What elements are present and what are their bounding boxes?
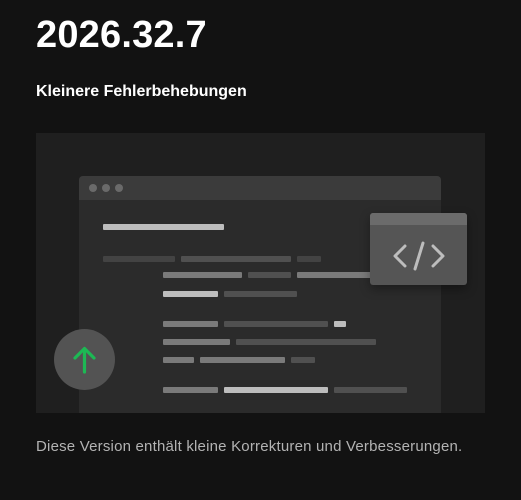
code-line-graphic bbox=[181, 256, 291, 262]
code-line-graphic bbox=[291, 357, 315, 363]
browser-window-graphic bbox=[79, 176, 441, 413]
code-card-graphic bbox=[370, 213, 467, 285]
window-dot-icon bbox=[115, 184, 123, 192]
code-line-graphic bbox=[163, 321, 218, 327]
window-titlebar-graphic bbox=[79, 176, 441, 200]
code-line-graphic bbox=[163, 339, 230, 345]
code-line-graphic bbox=[224, 321, 328, 327]
code-line-graphic bbox=[163, 387, 218, 393]
release-version-title: 2026.32.7 bbox=[36, 14, 207, 56]
window-dot-icon bbox=[102, 184, 110, 192]
arrow-up-icon bbox=[73, 346, 96, 374]
code-line-graphic bbox=[103, 224, 224, 230]
code-line-graphic bbox=[297, 256, 321, 262]
code-line-graphic bbox=[163, 291, 218, 297]
code-line-graphic bbox=[163, 357, 194, 363]
release-illustration bbox=[36, 133, 485, 413]
code-line-graphic bbox=[236, 339, 376, 345]
code-line-graphic bbox=[103, 256, 175, 262]
release-subtitle: Kleinere Fehlerbehebungen bbox=[36, 83, 247, 100]
code-line-graphic bbox=[334, 387, 407, 393]
code-line-graphic bbox=[248, 272, 291, 278]
window-dot-icon bbox=[89, 184, 97, 192]
code-line-graphic bbox=[200, 357, 285, 363]
code-line-graphic bbox=[334, 321, 346, 327]
code-brackets-icon bbox=[393, 241, 445, 271]
code-line-graphic bbox=[224, 291, 297, 297]
release-description: Diese Version enthält kleine Korrekturen… bbox=[36, 438, 463, 455]
update-badge bbox=[54, 329, 115, 390]
code-card-header-graphic bbox=[370, 213, 467, 225]
code-line-graphic bbox=[224, 387, 328, 393]
code-line-graphic bbox=[163, 272, 242, 278]
code-line-graphic bbox=[297, 272, 377, 278]
